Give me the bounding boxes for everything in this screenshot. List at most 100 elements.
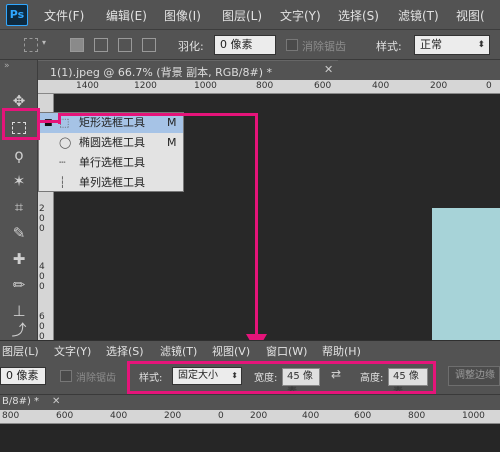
ruler-tick-label: 200	[250, 411, 268, 421]
refine-edge-button[interactable]: 调整边缘	[448, 366, 500, 386]
ruler-tick-label: 1200	[134, 81, 157, 91]
lower-document-tab[interactable]: B/8#) * ✕	[0, 394, 500, 410]
subtract-from-selection-icon[interactable]	[118, 38, 132, 52]
lower-canvas[interactable]	[0, 424, 500, 452]
connector-line	[255, 113, 258, 338]
single-column-marquee-icon: ┆	[59, 176, 66, 189]
close-icon[interactable]: ✕	[52, 396, 60, 407]
history-brush-tool-icon[interactable]: ⤴	[4, 320, 34, 340]
menu-edit[interactable]: 编辑(E)	[106, 7, 147, 24]
lower-antialias-checkbox[interactable]	[60, 370, 72, 382]
marquee-tool-flyout: ■ ⬚ 矩形选框工具 M ◯ 椭圆选框工具 M ┄ 单行选框工具 ┆ 单列选框工…	[38, 112, 184, 192]
magic-wand-tool-icon[interactable]: ✶	[4, 168, 34, 194]
lower-menu-bar: 图层(L) 文字(Y) 选择(S) 滤镜(T) 视图(V) 窗口(W) 帮助(H…	[0, 340, 500, 358]
add-to-selection-icon[interactable]	[94, 38, 108, 52]
new-selection-icon[interactable]	[70, 38, 84, 52]
menu-layer[interactable]: 图层(L)	[222, 7, 262, 24]
ruler-tick-label: 0	[39, 214, 45, 224]
flyout-item-single-column-marquee[interactable]: ┆ 单列选框工具	[39, 173, 183, 193]
ruler-tick-label: 600	[56, 411, 74, 421]
toolbox: » ✥ ϙ ✶ ⌗ ✎ ✚ ✏ ⊥ ⤴	[0, 60, 38, 340]
flyout-item-label: 椭圆选框工具	[79, 136, 145, 149]
selected-dot-icon: ■	[44, 118, 53, 128]
ruler-tick-label: 400	[302, 411, 320, 421]
collapse-icon[interactable]: »	[4, 61, 10, 71]
flyout-item-single-row-marquee[interactable]: ┄ 单行选框工具	[39, 153, 183, 173]
marquee-ellipse-icon: ◯	[59, 136, 72, 149]
document-image[interactable]	[432, 208, 500, 340]
ruler-tick-label: 0	[39, 282, 45, 292]
chevron-updown-icon: ⬍	[477, 40, 485, 50]
ruler-tick-label: 2	[39, 204, 45, 214]
flyout-item-label: 单行选框工具	[79, 156, 145, 169]
ruler-tick-label: 0	[486, 81, 492, 91]
lasso-tool-icon[interactable]: ϙ	[4, 142, 34, 168]
feather-label: 羽化:	[178, 40, 204, 53]
ruler-tick-label: 0	[39, 224, 45, 234]
ruler-tick-label: 400	[110, 411, 128, 421]
ruler-tick-label: 4	[39, 262, 45, 272]
document-tab[interactable]: 1(1).jpeg @ 66.7% (背景 副本, RGB/8#) * ✕	[38, 60, 338, 80]
menu-filter[interactable]: 滤镜(T)	[160, 343, 197, 359]
ruler-tick-label: 800	[256, 81, 274, 91]
healing-brush-tool-icon[interactable]: ✚	[4, 246, 34, 272]
intersect-selection-icon[interactable]	[142, 38, 156, 52]
menu-filter[interactable]: 滤镜(T)	[398, 7, 439, 24]
lower-antialias-label: 消除锯齿	[76, 373, 116, 384]
menu-type[interactable]: 文字(Y)	[54, 343, 91, 359]
document-tab-title: 1(1).jpeg @ 66.7% (背景 副本, RGB/8#) *	[50, 66, 273, 79]
menu-select[interactable]: 选择(S)	[106, 343, 144, 359]
menu-bar: Ps 文件(F) 编辑(E) 图像(I) 图层(L) 文字(Y) 选择(S) 滤…	[0, 0, 500, 30]
style-select[interactable]: 正常 ⬍	[414, 35, 490, 55]
menu-type[interactable]: 文字(Y)	[280, 7, 321, 24]
chevron-down-icon[interactable]: ▾	[42, 38, 46, 47]
crop-tool-icon[interactable]: ⌗	[4, 194, 34, 220]
lower-feather-input[interactable]: 0 像素	[0, 367, 46, 385]
ruler-tick-label: 600	[354, 411, 372, 421]
lower-horizontal-ruler: 800 600 400 200 0 200 400 600 800 1000	[0, 410, 500, 424]
ruler-tick-label: 400	[372, 81, 390, 91]
ruler-tick-label: 600	[314, 81, 332, 91]
menu-view[interactable]: 视图(	[456, 7, 485, 24]
menu-image[interactable]: 图像(I)	[164, 7, 201, 24]
eyedropper-tool-icon[interactable]: ✎	[4, 220, 34, 246]
horizontal-ruler: 1400 1200 1000 800 600 400 200 0	[38, 80, 500, 94]
lower-document-tab-title: B/8#) *	[2, 396, 40, 407]
style-label: 样式:	[376, 40, 402, 53]
single-row-marquee-icon: ┄	[59, 156, 66, 169]
brush-tool-icon[interactable]: ✏	[4, 272, 34, 298]
options-highlight-box	[127, 361, 436, 394]
connector-line	[58, 113, 258, 116]
tool-highlight-box	[2, 108, 40, 140]
flyout-item-ellipse-marquee[interactable]: ◯ 椭圆选框工具 M	[39, 133, 183, 153]
menu-view[interactable]: 视图(V)	[212, 343, 250, 359]
photoshop-logo: Ps	[6, 4, 28, 26]
ruler-tick-label: 0	[39, 272, 45, 282]
antialias-label: 消除锯齿	[302, 40, 346, 53]
antialias-checkbox[interactable]	[286, 39, 298, 51]
menu-help[interactable]: 帮助(H)	[322, 343, 361, 359]
ruler-tick-label: 200	[430, 81, 448, 91]
ruler-tick-label: 800	[2, 411, 20, 421]
flyout-item-label: 矩形选框工具	[79, 116, 145, 129]
close-icon[interactable]: ✕	[324, 63, 333, 76]
flyout-item-shortcut: M	[167, 136, 177, 149]
ruler-tick-label: 800	[408, 411, 426, 421]
ruler-tick-label: 0	[218, 411, 224, 421]
flyout-item-shortcut: M	[167, 116, 177, 129]
options-bar: ▾ 羽化: 0 像素 消除锯齿 样式: 正常 ⬍	[0, 30, 500, 60]
menu-file[interactable]: 文件(F)	[44, 7, 84, 24]
ruler-tick-label: 0	[39, 322, 45, 332]
feather-input[interactable]: 0 像素	[214, 35, 276, 55]
ruler-tick-label: 1000	[194, 81, 217, 91]
ruler-tick-label: 200	[164, 411, 182, 421]
tool-preset-marquee-icon[interactable]	[24, 38, 38, 52]
style-select-value: 正常	[420, 38, 442, 51]
menu-window[interactable]: 窗口(W)	[266, 343, 307, 359]
connector-line	[40, 120, 58, 123]
flyout-item-label: 单列选框工具	[79, 176, 145, 189]
ruler-tick-label: 6	[39, 312, 45, 322]
menu-layer[interactable]: 图层(L)	[2, 343, 39, 359]
ruler-tick-label: 1000	[462, 411, 485, 421]
menu-select[interactable]: 选择(S)	[338, 7, 379, 24]
